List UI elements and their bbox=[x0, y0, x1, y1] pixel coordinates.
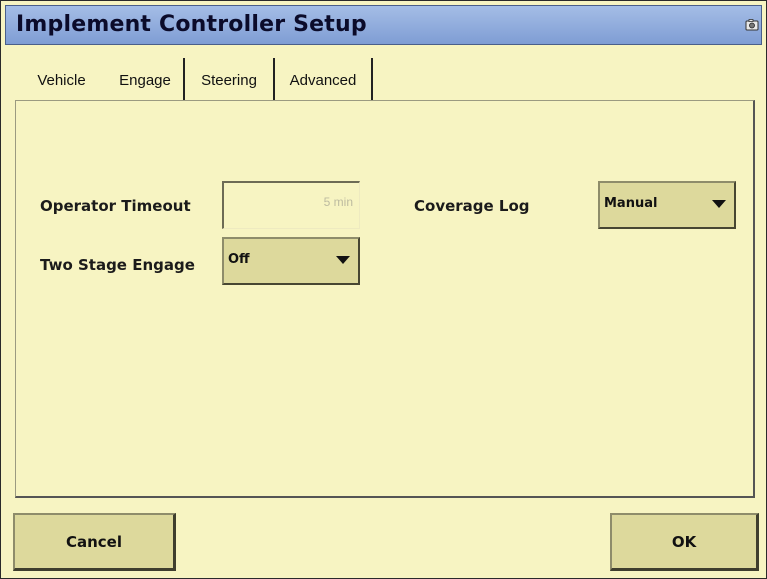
tab-engage-label: Engage bbox=[119, 71, 171, 89]
title-bar: Implement Controller Setup bbox=[5, 5, 762, 45]
camera-icon[interactable] bbox=[745, 18, 759, 32]
chevron-down-icon bbox=[712, 200, 726, 208]
two-stage-engage-value: Off bbox=[228, 252, 250, 267]
cancel-button-label: Cancel bbox=[65, 532, 122, 551]
tab-steering[interactable]: Steering bbox=[185, 58, 275, 102]
tab-engage[interactable]: Engage bbox=[104, 58, 184, 102]
window-title: Implement Controller Setup bbox=[16, 12, 367, 37]
tab-advanced-label: Advanced bbox=[289, 71, 357, 89]
engage-tab-panel: Operator Timeout 5 min Two Stage Engage … bbox=[15, 100, 755, 498]
operator-timeout-value: 5 min bbox=[323, 195, 353, 209]
chevron-down-icon bbox=[336, 256, 350, 264]
cancel-button[interactable]: Cancel bbox=[13, 513, 176, 571]
coverage-log-label: Coverage Log bbox=[414, 197, 530, 215]
tab-steering-label: Steering bbox=[201, 71, 257, 89]
operator-timeout-label: Operator Timeout bbox=[40, 197, 191, 215]
tab-vehicle[interactable]: Vehicle bbox=[19, 58, 106, 102]
two-stage-engage-label: Two Stage Engage bbox=[40, 256, 195, 274]
ok-button-label: OK bbox=[671, 532, 697, 551]
coverage-log-value: Manual bbox=[604, 196, 658, 211]
operator-timeout-input[interactable]: 5 min bbox=[222, 181, 360, 229]
tab-vehicle-label: Vehicle bbox=[37, 71, 86, 89]
two-stage-engage-dropdown[interactable]: Off bbox=[222, 237, 360, 285]
tab-advanced[interactable]: Advanced bbox=[275, 58, 373, 102]
implement-controller-setup-window: Implement Controller Setup Vehicle Engag… bbox=[0, 0, 767, 579]
ok-button[interactable]: OK bbox=[610, 513, 759, 571]
coverage-log-dropdown[interactable]: Manual bbox=[598, 181, 736, 229]
